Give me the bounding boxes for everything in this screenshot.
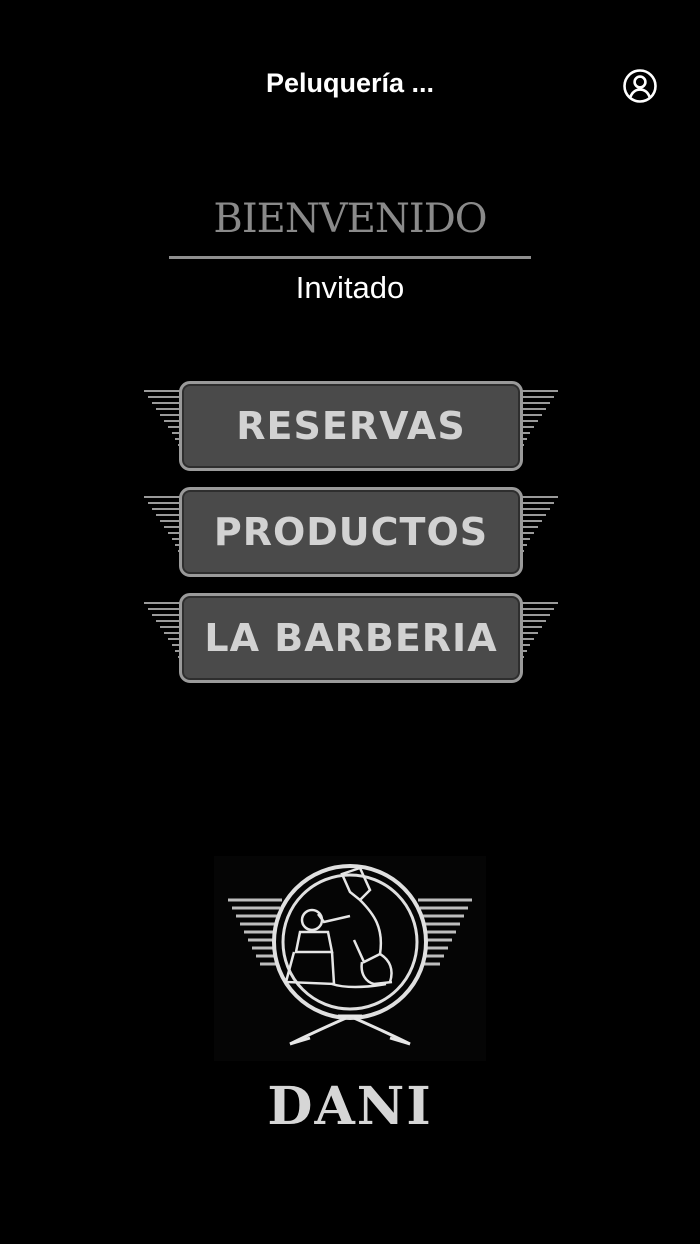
welcome-divider [169,256,531,259]
welcome-title: BIENVENIDO [213,196,487,242]
reservas-button[interactable]: RESERVAS [140,381,560,473]
user-name: Invitado [295,270,405,305]
productos-button[interactable]: PRODUCTOS [140,487,560,579]
button-label: PRODUCTOS [213,510,489,554]
right-wing-decoration-icon [520,496,558,552]
button-label: LA BARBERIA [204,616,498,660]
left-wing-decoration-icon [144,602,182,658]
right-wing-decoration-icon [520,602,558,658]
brand-name: DANI [267,1076,433,1137]
page-title: Peluquería ... [265,68,435,98]
la-barberia-button[interactable]: LA BARBERIA [140,593,560,685]
navigation-bar: Peluquería ... [0,0,700,170]
account-circle-icon [623,69,657,103]
barber-shop-logo-icon [214,856,486,1061]
button-label: RESERVAS [236,404,466,448]
left-wing-decoration-icon [144,496,182,552]
right-wing-decoration-icon [520,390,558,446]
left-wing-decoration-icon [144,390,182,446]
profile-button[interactable] [622,68,658,104]
